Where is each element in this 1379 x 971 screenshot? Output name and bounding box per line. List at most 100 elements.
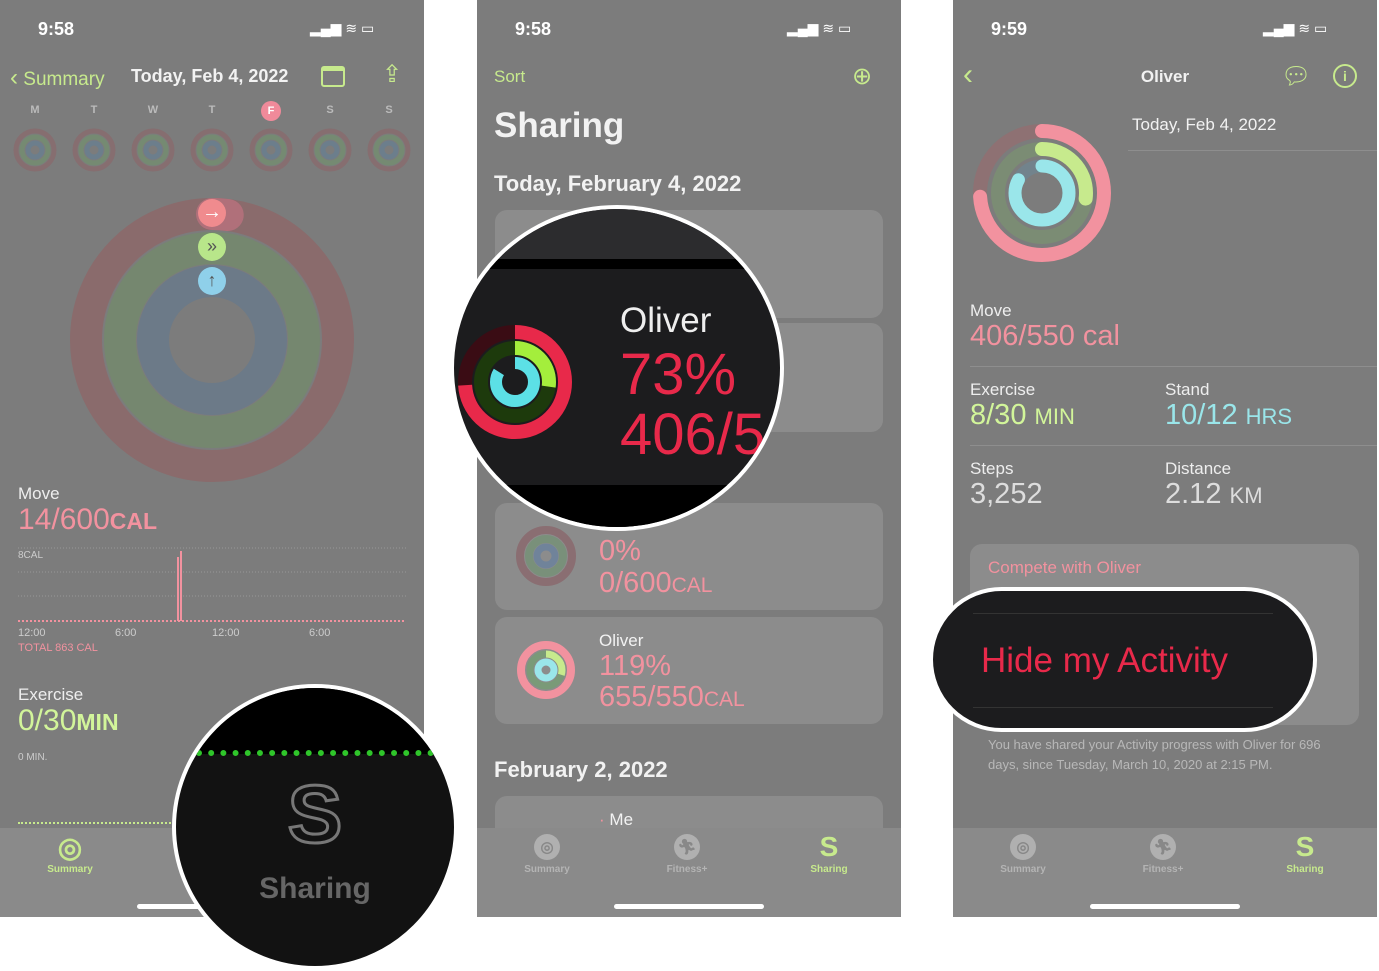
move-value: 14/600CAL bbox=[18, 503, 158, 536]
home-indicator bbox=[614, 904, 764, 909]
exercise-label: Exercise bbox=[970, 380, 1036, 399]
status-icons: ▂▄▆ ≋ ▭ bbox=[310, 20, 375, 36]
summary-rings-icon: ◎ bbox=[57, 831, 83, 863]
page-title: Today, Feb 4, 2022 bbox=[131, 66, 289, 86]
exercise-label: Exercise bbox=[18, 685, 84, 704]
home-indicator bbox=[1090, 904, 1240, 909]
sharing-icon: S bbox=[1295, 831, 1315, 862]
sharing-tab-label[interactable]: Sharing bbox=[176, 872, 454, 906]
share-icon[interactable]: ⇪ bbox=[382, 60, 402, 89]
steps-value: 3,252 bbox=[970, 478, 1043, 510]
stand-arrow-icon: ↑ bbox=[198, 267, 226, 295]
move-chart bbox=[18, 547, 406, 622]
friend-name: Oliver bbox=[620, 301, 712, 340]
tab-fitness-plus[interactable]: 🏃︎ Fitness+ bbox=[1113, 834, 1213, 875]
card-name: · Me bbox=[599, 810, 634, 829]
weekday-label[interactable]: S bbox=[379, 104, 399, 116]
sharing-icon: S bbox=[819, 831, 839, 862]
runner-icon: 🏃︎ bbox=[1150, 834, 1176, 860]
day-rings[interactable] bbox=[130, 127, 176, 173]
stand-track bbox=[320, 140, 340, 160]
exercise-axis-label: 0 MIN. bbox=[18, 752, 48, 763]
weekday-label[interactable]: T bbox=[202, 104, 222, 116]
card-percent: 119% bbox=[599, 650, 672, 682]
message-icon[interactable]: 💬︎ bbox=[1281, 62, 1311, 91]
calendar-icon[interactable] bbox=[321, 66, 345, 87]
date-label: Today, Feb 4, 2022 bbox=[1132, 115, 1277, 134]
card-value: 0/600CAL bbox=[599, 567, 713, 599]
exercise-arrow-icon: » bbox=[198, 233, 226, 261]
section-header: Today, February 4, 2022 bbox=[494, 171, 742, 196]
activity-rings bbox=[973, 124, 1111, 262]
back-button[interactable]: ‹ Summary bbox=[10, 64, 105, 92]
chart-bar bbox=[180, 551, 182, 621]
activity-ring-icon bbox=[516, 526, 576, 586]
day-rings[interactable] bbox=[307, 127, 353, 173]
stand-track bbox=[84, 140, 104, 160]
day-rings[interactable] bbox=[248, 127, 294, 173]
friend-card[interactable]: Oliver 119% 655/550CAL bbox=[495, 617, 883, 724]
tab-sharing[interactable]: S Sharing bbox=[779, 831, 879, 875]
card-percent: 0% bbox=[599, 535, 641, 567]
steps-label: Steps bbox=[970, 459, 1014, 478]
info-icon[interactable]: i bbox=[1333, 64, 1357, 88]
activity-ring-icon bbox=[458, 325, 572, 439]
stand-track bbox=[143, 140, 163, 160]
hide-activity-button[interactable]: Hide my Activity bbox=[981, 641, 1228, 681]
weekday-label[interactable]: M bbox=[25, 104, 45, 116]
move-label: Move bbox=[970, 301, 1012, 320]
friend-detail-screen: 9:59 ▂▄▆ ≋ ▭ ‹ Oliver 💬︎ i Today, Feb 4,… bbox=[953, 0, 1377, 917]
chart-tick: 12:00 bbox=[212, 627, 240, 639]
stand-track bbox=[25, 140, 45, 160]
day-rings[interactable] bbox=[366, 127, 412, 173]
person-add-icon[interactable]: ⊕ bbox=[852, 62, 872, 91]
sharing-icon: S bbox=[286, 768, 344, 862]
stand-label: Stand bbox=[1165, 380, 1210, 399]
tab-summary[interactable]: ◎ Summary bbox=[497, 834, 597, 875]
chart-tick: 6:00 bbox=[309, 627, 331, 639]
status-time: 9:59 bbox=[991, 19, 1028, 39]
tab-fitness-plus[interactable]: 🏃︎ Fitness+ bbox=[637, 834, 737, 875]
move-arrow-icon: → bbox=[198, 199, 226, 227]
tab-summary[interactable]: ◎ Summary bbox=[973, 834, 1073, 875]
green-dots bbox=[196, 750, 446, 756]
weekday-label[interactable]: F bbox=[261, 101, 281, 121]
friend-move-value: 406/5 bbox=[620, 402, 766, 467]
day-rings[interactable] bbox=[12, 127, 58, 173]
exercise-baseline bbox=[18, 822, 178, 824]
tab-sharing[interactable]: S Sharing bbox=[1255, 831, 1355, 875]
weekday-label[interactable]: S bbox=[320, 104, 340, 116]
day-rings[interactable] bbox=[71, 127, 117, 173]
chart-max-label: 8CAL bbox=[18, 550, 44, 561]
status-icons: ▂▄▆ ≋ ▭ bbox=[787, 20, 852, 36]
card-value: 655/550CAL bbox=[599, 681, 745, 713]
distance-label: Distance bbox=[1165, 459, 1232, 478]
exercise-value: 8/30 MIN bbox=[970, 399, 1075, 431]
friend-percent: 73% bbox=[620, 342, 737, 407]
status-icons: ▂▄▆ ≋ ▭ bbox=[1263, 20, 1328, 36]
summary-rings-icon: ◎ bbox=[1010, 834, 1036, 860]
day-rings[interactable] bbox=[189, 127, 235, 173]
weekday-label[interactable]: W bbox=[143, 104, 163, 116]
magnifier-oliver-card: Oliver 73% 406/5 bbox=[450, 205, 784, 531]
distance-value: 2.12 KM bbox=[1165, 478, 1263, 510]
magnifier-sharing-tab: S Sharing bbox=[172, 684, 458, 970]
compete-button[interactable]: Compete with Oliver bbox=[988, 558, 1141, 578]
page-title: Sharing bbox=[494, 106, 625, 145]
tab-summary[interactable]: ◎ Summary bbox=[20, 831, 120, 876]
sort-button[interactable]: Sort bbox=[494, 67, 525, 87]
stand-track bbox=[202, 140, 222, 160]
chevron-left-icon: ‹ bbox=[10, 64, 18, 91]
status-time: 9:58 bbox=[38, 19, 75, 39]
stand-value: 10/12 HRS bbox=[1165, 399, 1293, 431]
section-header: February 2, 2022 bbox=[494, 757, 668, 782]
stand-ring-track bbox=[137, 265, 287, 415]
chart-tick: 6:00 bbox=[115, 627, 137, 639]
weekday-label[interactable]: T bbox=[84, 104, 104, 116]
summary-rings-icon: ◎ bbox=[534, 834, 560, 860]
move-label: Move bbox=[18, 484, 60, 503]
runner-icon: 🏃︎ bbox=[674, 834, 700, 860]
chart-tick: 12:00 bbox=[18, 627, 46, 639]
stand-track bbox=[379, 140, 399, 160]
status-time: 9:58 bbox=[515, 19, 552, 39]
